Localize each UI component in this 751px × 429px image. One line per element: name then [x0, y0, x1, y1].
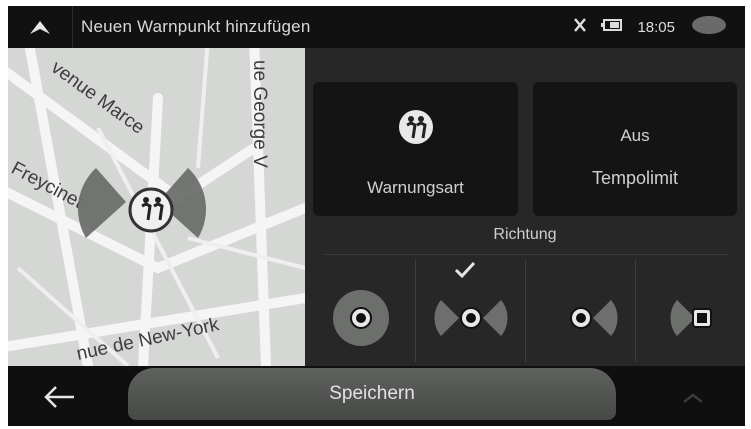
direction-option-backward[interactable] [635, 256, 745, 362]
status-area: 18:05 [573, 13, 745, 42]
speed-limit-label: Tempolimit [591, 168, 679, 188]
message-icon[interactable] [689, 13, 729, 42]
direction-option-two-way[interactable] [415, 256, 525, 362]
gps-icon [573, 17, 587, 38]
direction-label: Richtung [493, 226, 557, 243]
backward-icon [670, 300, 712, 336]
two-way-icon [434, 300, 508, 336]
map-view[interactable]: venue Marce ue George V Freycinet nue de… [8, 48, 305, 366]
street-label: ue George V [249, 60, 270, 168]
speed-limit-value: Aus [620, 126, 650, 145]
speed-limit-button[interactable]: Aus Tempolimit [533, 82, 737, 216]
top-bar: Neuen Warnpunkt hinzufügen 18:05 [8, 6, 745, 48]
warning-type-button[interactable]: Warnungsart [313, 82, 518, 216]
divider [325, 254, 729, 255]
warning-type-label: Warnungsart [367, 178, 464, 197]
page-title: Neuen Warnpunkt hinzufügen [72, 6, 573, 48]
forward-icon [570, 300, 618, 336]
chevron-up-icon[interactable] [680, 390, 706, 406]
direction-option-forward[interactable] [525, 256, 635, 362]
children-crossing-icon [397, 108, 435, 151]
app-window: Neuen Warnpunkt hinzufügen 18:05 venue M… [8, 6, 745, 426]
up-arrow-icon[interactable] [8, 6, 72, 48]
clock-time: 18:05 [637, 18, 675, 36]
direction-option-all[interactable] [305, 256, 415, 362]
bottom-bar: Speichern [8, 366, 745, 426]
options-panel: Warnungsart Aus Tempolimit Richtung [305, 48, 745, 366]
save-button[interactable]: Speichern [128, 368, 616, 420]
battery-icon [601, 18, 623, 36]
back-arrow-icon[interactable] [36, 378, 86, 416]
both-directions-icon [333, 290, 389, 346]
